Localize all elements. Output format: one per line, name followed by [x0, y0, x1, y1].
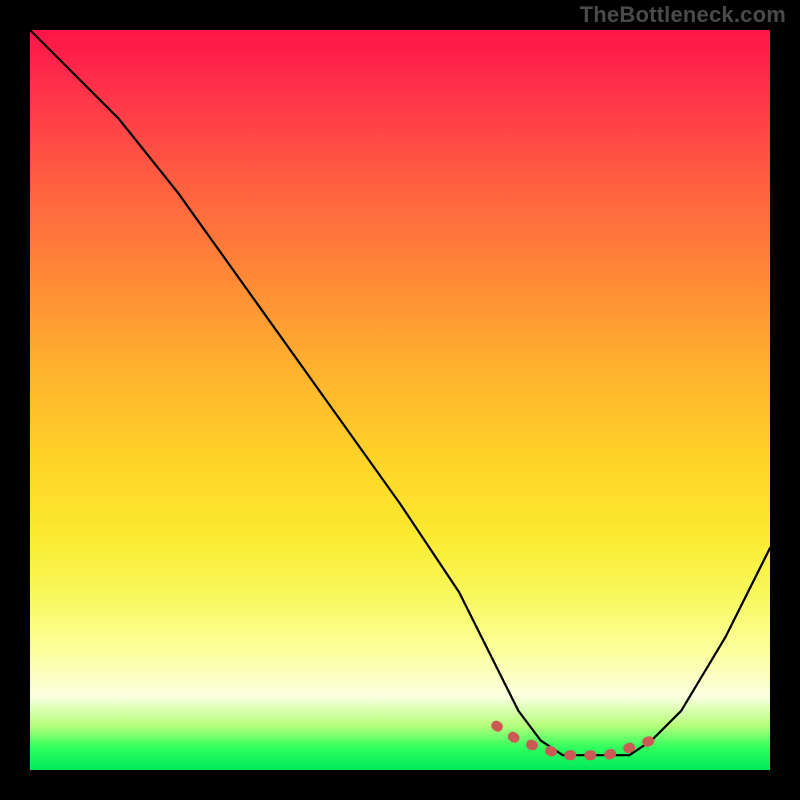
bottleneck-curve: [30, 30, 770, 755]
watermark-text: TheBottleneck.com: [580, 2, 786, 28]
optimal-band-markers: [496, 726, 651, 756]
chart-frame: TheBottleneck.com: [0, 0, 800, 800]
plot-area: [30, 30, 770, 770]
curve-svg: [30, 30, 770, 770]
